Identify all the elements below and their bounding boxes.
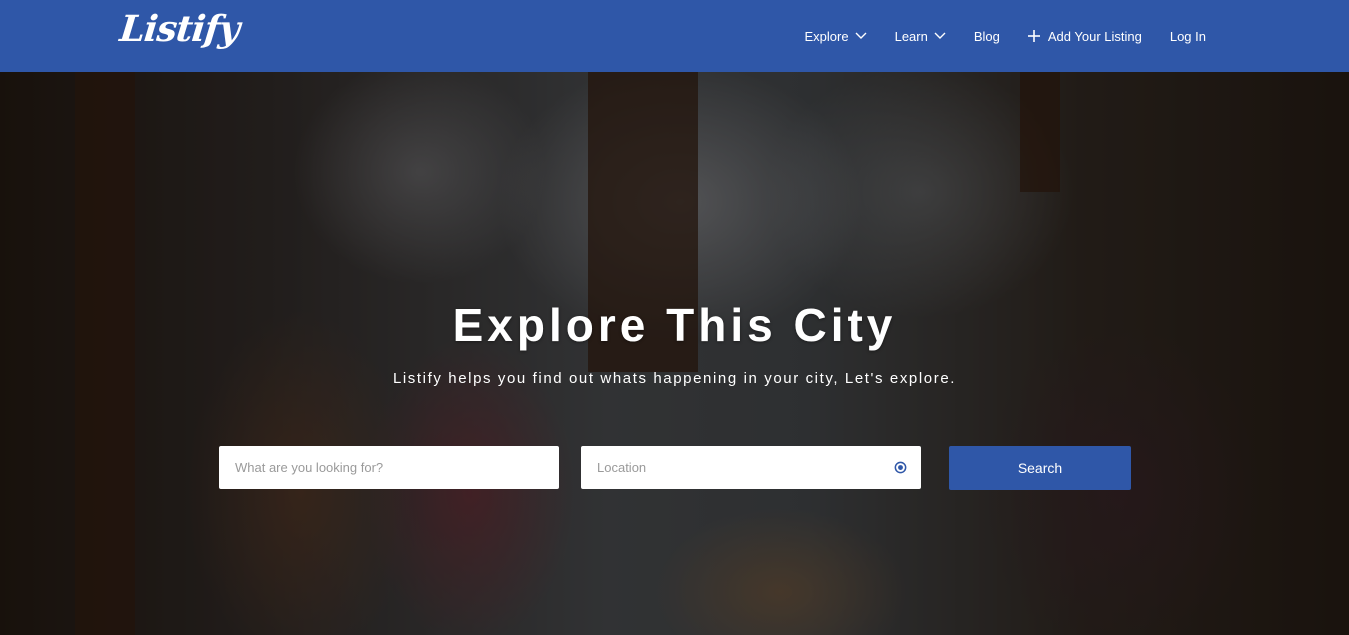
nav-explore[interactable]: Explore	[805, 29, 867, 44]
plus-icon	[1027, 30, 1040, 42]
hero-overlay	[0, 72, 1349, 635]
search-button[interactable]: Search	[949, 446, 1131, 490]
location-input[interactable]	[581, 446, 921, 489]
main-nav: Explore Learn Blog Add Your Listing Log …	[805, 0, 1206, 72]
nav-add-listing-label: Add Your Listing	[1047, 28, 1142, 44]
nav-explore-label: Explore	[804, 28, 849, 44]
keyword-search-input[interactable]	[219, 446, 559, 489]
nav-learn-label: Learn	[894, 28, 928, 44]
hero-section: Explore This City Listify helps you find…	[0, 72, 1349, 635]
nav-login[interactable]: Log In	[1170, 29, 1206, 44]
nav-blog[interactable]: Blog	[974, 29, 1000, 44]
hero-title: Explore This City	[452, 299, 897, 351]
nav-login-label: Log In	[1169, 28, 1206, 44]
chevron-down-icon	[855, 32, 867, 39]
site-logo[interactable]: Listify	[118, 8, 241, 50]
site-header: Listify Explore Learn Blog Add Your List…	[0, 0, 1349, 72]
nav-blog-label: Blog	[973, 28, 1000, 44]
nav-learn[interactable]: Learn	[895, 29, 946, 44]
hero-subtitle: Listify helps you find out whats happeni…	[392, 370, 957, 387]
chevron-down-icon	[934, 32, 946, 39]
locate-icon[interactable]	[893, 460, 908, 475]
nav-add-listing[interactable]: Add Your Listing	[1027, 28, 1142, 44]
